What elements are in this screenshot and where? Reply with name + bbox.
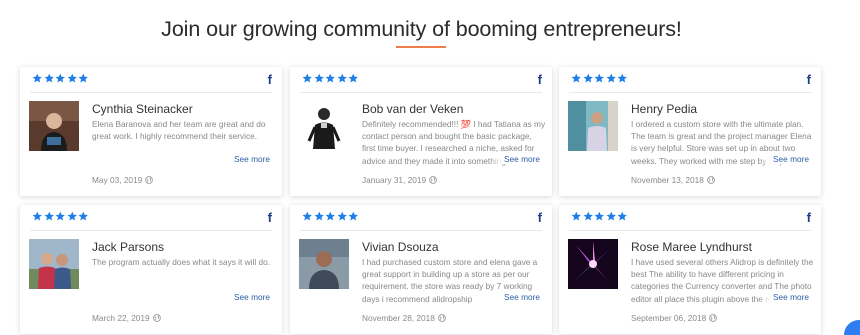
review-date: November 28, 2018 [362,313,446,324]
review-date-text: January 31, 2019 [362,175,427,185]
star-icon [617,211,628,222]
star-icon [617,73,628,84]
star-icon [583,211,594,222]
star-icon [594,73,605,84]
review-date-text: November 28, 2018 [362,313,435,323]
see-more-link[interactable]: See more [759,154,809,164]
page-heading: Join our growing community of booming en… [161,17,682,41]
rating-stars [571,73,628,84]
star-icon [302,73,313,84]
globe-icon [145,176,154,186]
see-more-link[interactable]: See more [759,292,809,302]
globe-icon [438,314,446,324]
reviewer-name: Rose Maree Lyndhurst [631,240,752,254]
review-date: March 22, 2019 [92,313,161,324]
rating-stars [302,211,359,222]
reviewer-name: Cynthia Steinacker [92,102,193,116]
rating-stars [302,73,359,84]
card-divider [30,92,272,93]
reviewer-name: Vivian Dsouza [362,240,439,254]
rating-stars [571,211,628,222]
review-date-text: May 03, 2019 [92,175,143,185]
card-divider [569,92,811,93]
star-icon [571,73,582,84]
facebook-icon[interactable]: f [807,72,811,87]
star-icon [606,211,617,222]
star-icon [67,211,78,222]
facebook-icon[interactable]: f [538,72,542,87]
star-icon [44,211,55,222]
star-icon [571,211,582,222]
review-date: May 03, 2019 [92,175,154,186]
see-more-link[interactable]: See more [220,154,270,164]
star-icon [348,211,359,222]
globe-icon [152,314,161,324]
see-more-link[interactable]: See more [220,292,270,302]
card-divider [300,230,542,231]
avatar [568,101,618,151]
see-more-link[interactable]: See more [490,154,540,164]
star-icon [348,73,359,84]
facebook-icon[interactable]: f [268,72,272,87]
testimonial-card: f Cynthia Steinacker Elena Baranova and … [20,67,282,196]
facebook-icon[interactable]: f [268,210,272,225]
star-icon [325,211,336,222]
star-icon [583,73,594,84]
rating-stars [32,73,89,84]
testimonial-card: f Bob van der Veken Definitely recommend… [290,67,552,196]
testimonial-card: f Henry Pedia I ordered a custom store w… [559,67,821,196]
star-icon [67,73,78,84]
star-icon [314,73,325,84]
see-more-link[interactable]: See more [490,292,540,302]
star-icon [78,211,89,222]
star-icon [337,211,348,222]
review-date-text: March 22, 2019 [92,313,150,323]
review-date-text: November 13, 2018 [631,175,704,185]
avatar [29,101,79,151]
facebook-icon[interactable]: f [538,210,542,225]
star-icon [314,211,325,222]
heading-underline [396,46,446,48]
chat-widget-button[interactable] [844,320,860,335]
rating-stars [32,211,89,222]
facebook-icon[interactable]: f [807,210,811,225]
star-icon [606,73,617,84]
testimonial-card: f Jack Parsons The program actually does… [20,205,282,334]
globe-icon [429,176,437,186]
avatar [299,239,349,289]
review-date: November 13, 2018 [631,175,715,186]
card-divider [569,230,811,231]
star-icon [78,73,89,84]
reviewer-name: Jack Parsons [92,240,165,254]
avatar [299,101,349,151]
star-icon [55,211,66,222]
review-date-text: September 06, 2018 [631,313,707,323]
star-icon [337,73,348,84]
review-date: September 06, 2018 [631,313,718,324]
star-icon [32,211,43,222]
reviewer-name: Bob van der Veken [362,102,464,116]
review-date: January 31, 2019 [362,175,437,186]
star-icon [325,73,336,84]
globe-icon [707,176,715,186]
star-icon [55,73,66,84]
star-icon [44,73,55,84]
star-icon [302,211,313,222]
star-icon [594,211,605,222]
avatar [29,239,79,289]
testimonial-card: f Vivian Dsouza I had purchased custom s… [290,205,552,334]
card-divider [300,92,542,93]
avatar [568,239,618,289]
globe-icon [709,314,718,324]
testimonial-card: f Rose Maree Lyndhurst I have used sever… [559,205,821,334]
card-divider [30,230,272,231]
reviewer-name: Henry Pedia [631,102,698,116]
star-icon [32,73,43,84]
